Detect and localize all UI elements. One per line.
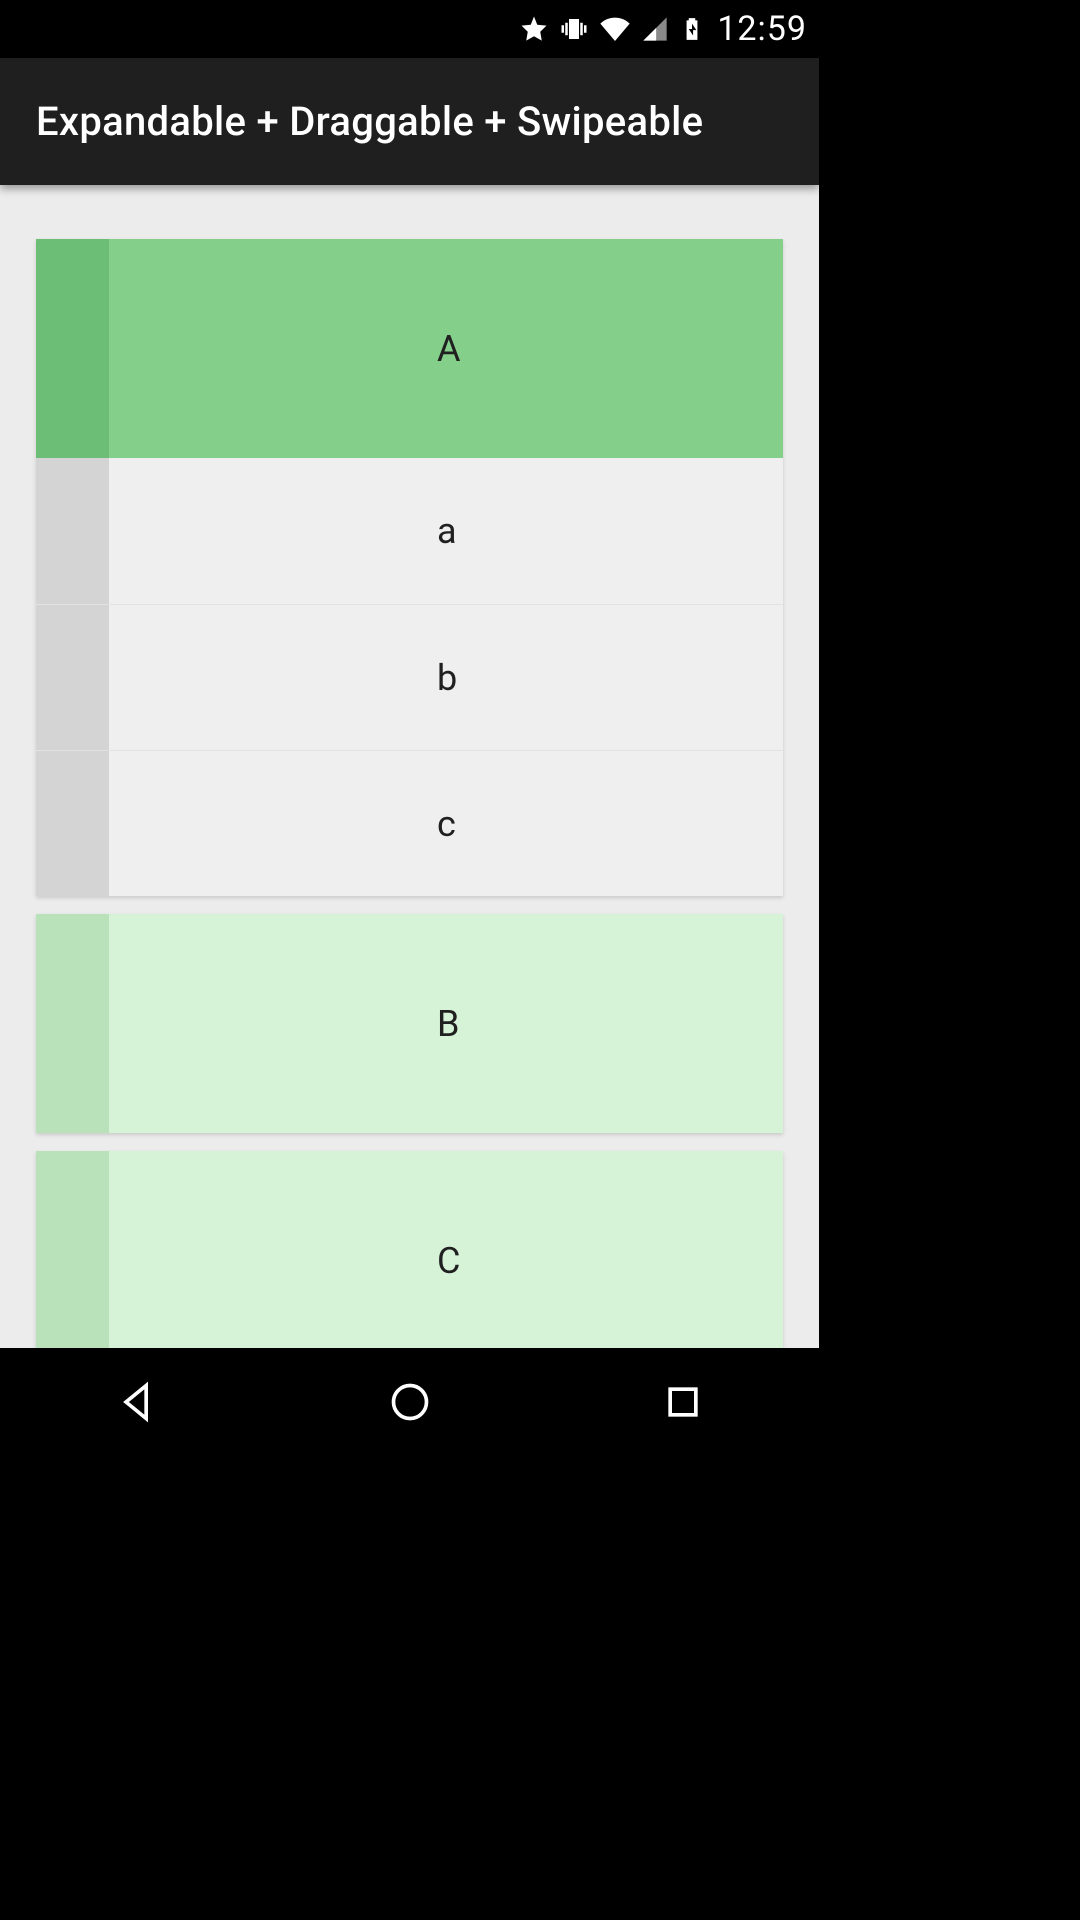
- group-card: B: [36, 914, 783, 1133]
- drag-handle[interactable]: [36, 751, 109, 896]
- app-title: Expandable + Draggable + Swipeable: [36, 98, 703, 145]
- child-item[interactable]: b: [36, 604, 783, 750]
- group-label: C: [437, 1240, 460, 1282]
- list-content[interactable]: A a b c B C: [0, 185, 819, 1348]
- cell-signal-icon: [641, 15, 669, 43]
- child-label: c: [437, 803, 456, 845]
- recent-apps-button[interactable]: [658, 1377, 708, 1427]
- wifi-icon: [599, 13, 631, 45]
- star-icon: [519, 14, 549, 44]
- drag-handle[interactable]: [36, 1151, 109, 1348]
- drag-handle[interactable]: [36, 239, 109, 458]
- drag-handle[interactable]: [36, 605, 109, 750]
- child-item[interactable]: a: [36, 458, 783, 604]
- child-label: b: [437, 657, 457, 699]
- status-clock: 12:59: [717, 9, 807, 49]
- group-header-c[interactable]: C: [36, 1151, 783, 1348]
- recent-icon: [661, 1380, 705, 1424]
- status-bar: 12:59: [0, 0, 819, 58]
- group-card: C: [36, 1151, 783, 1348]
- child-label: a: [437, 510, 457, 552]
- vibrate-icon: [559, 14, 589, 44]
- child-item[interactable]: c: [36, 750, 783, 896]
- home-icon: [388, 1380, 432, 1424]
- navigation-bar: [0, 1348, 819, 1456]
- battery-charging-icon: [679, 14, 705, 44]
- back-icon: [115, 1380, 159, 1424]
- home-button[interactable]: [385, 1377, 435, 1427]
- app-bar: Expandable + Draggable + Swipeable: [0, 58, 819, 185]
- drag-handle[interactable]: [36, 458, 109, 604]
- group-header-b[interactable]: B: [36, 914, 783, 1133]
- drag-handle[interactable]: [36, 914, 109, 1133]
- status-icons: [519, 13, 705, 45]
- group-card: A a b c: [36, 239, 783, 896]
- back-button[interactable]: [112, 1377, 162, 1427]
- group-label: B: [437, 1003, 459, 1045]
- group-header-a[interactable]: A: [36, 239, 783, 458]
- group-label: A: [437, 328, 460, 370]
